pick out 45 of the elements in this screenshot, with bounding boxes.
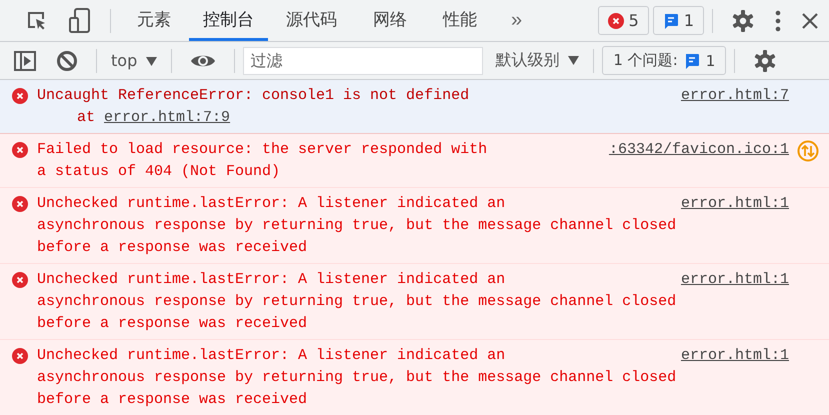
panel-tab[interactable]: 性能 [425, 0, 495, 41]
caret-icon [146, 57, 158, 66]
clear-console-icon[interactable] [56, 50, 78, 72]
levels-dropdown[interactable]: 默认级别 [489, 50, 586, 71]
error-message: Unchecked runtime.lastError: A listener indicated an asynchronous response by returning true, but the message channel closed before a response was received [37, 271, 676, 332]
error-icon [12, 348, 28, 364]
device-icon[interactable] [68, 8, 92, 34]
panel-tab[interactable]: 元素 [119, 0, 189, 41]
source-link[interactable]: error.html:1 [676, 269, 789, 291]
error-icon [12, 196, 28, 212]
source-link[interactable]: :63342/favicon.ico:1 [604, 139, 789, 161]
error-icon [12, 88, 28, 104]
source-link[interactable]: error.html:1 [676, 193, 789, 215]
caret-icon [568, 56, 580, 66]
panel-tab[interactable]: 源代码 [268, 0, 355, 41]
close-icon[interactable] [801, 12, 819, 30]
source-link[interactable]: error.html:1 [676, 345, 789, 367]
console-message-row[interactable]: Unchecked runtime.lastError: A listener indicated an asynchronous response by returning true, but the message channel closed before a response was received error.html:1 [0, 264, 829, 340]
error-icon [12, 142, 28, 158]
error-message: Failed to load resource: the server responded with a status of 404 (Not Found) [37, 141, 488, 180]
more-tabs-button[interactable]: » [495, 9, 538, 32]
message-icon [684, 52, 700, 68]
message-icon [662, 12, 679, 28]
console-message-row[interactable]: Uncaught ReferenceError: console1 is not defined at error.html:7:9 error.html:7 [0, 80, 829, 134]
settings-icon[interactable] [753, 48, 778, 72]
error-message: Uncaught ReferenceError: console1 is not defined [37, 87, 470, 104]
filter-field[interactable]: 过滤 [243, 46, 484, 74]
panel-tab[interactable]: 网络 [355, 0, 425, 41]
console-message-row[interactable]: Unchecked runtime.lastError: A listener indicated an asynchronous response by returning true, but the message channel closed before a response was received error.html:1 [0, 188, 829, 264]
error-count-button[interactable]: 5 [598, 6, 649, 35]
stack-link[interactable]: error.html:7:9 [104, 109, 230, 126]
stack-prefix: at [77, 109, 96, 126]
error-message: Unchecked runtime.lastError: A listener indicated an asynchronous response by returning true, but the message channel closed before a response was received [37, 347, 676, 408]
settings-icon[interactable] [731, 8, 755, 32]
message-count-button[interactable]: 1 [652, 6, 704, 35]
error-icon [608, 12, 624, 28]
error-message: Unchecked runtime.lastError: A listener indicated an asynchronous response by returning true, but the message channel closed before a response was received [37, 195, 676, 256]
sidebar-toggle-icon[interactable] [14, 50, 36, 70]
source-link[interactable]: error.html:7 [676, 85, 789, 107]
context-dropdown[interactable]: top [105, 51, 164, 70]
console-message-row[interactable]: Failed to load resource: the server responded with a status of 404 (Not Found) :63342/favicon.ico:1 [0, 134, 829, 188]
console-message-row[interactable]: Unchecked runtime.lastError: A listener indicated an asynchronous response by returning true, but the message channel closed before a response was received error.html:1 [0, 340, 829, 415]
issues-button[interactable]: 1 个问题: 1 [602, 46, 726, 75]
more-options-icon[interactable] [775, 10, 781, 32]
error-icon [12, 272, 28, 288]
